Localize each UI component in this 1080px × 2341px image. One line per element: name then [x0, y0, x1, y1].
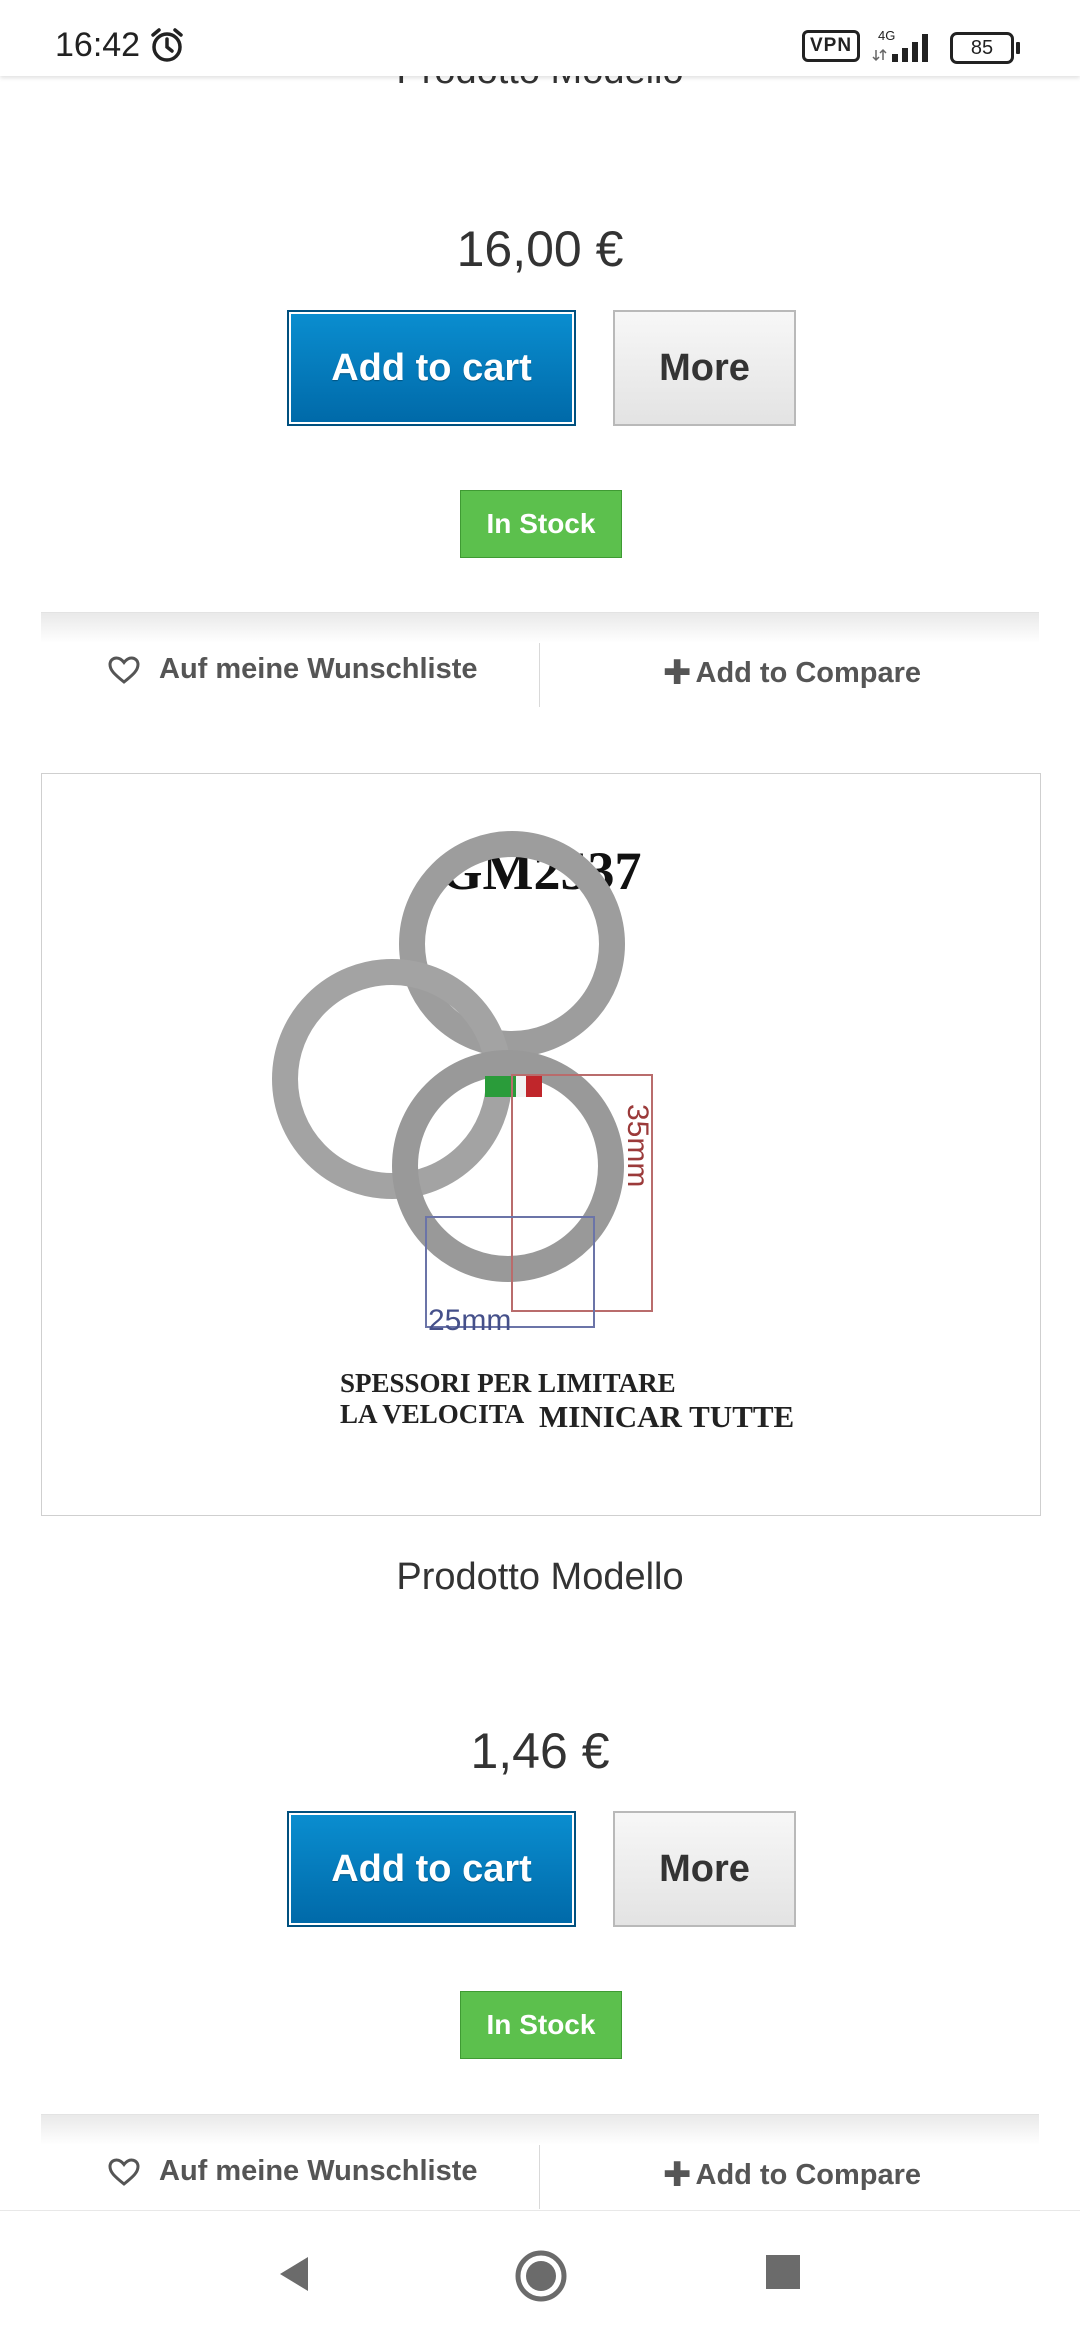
compare-label: Add to Compare	[695, 656, 922, 689]
divider	[539, 643, 540, 707]
image-caption-line2: LA VELOCITA	[340, 1399, 525, 1429]
more-button[interactable]: More	[613, 1811, 796, 1927]
plus-icon: ✚	[663, 654, 692, 692]
product-actions: Auf meine Wunschliste ✚ Add to Compare	[41, 612, 1039, 723]
wishlist-label: Auf meine Wunschliste	[159, 2155, 478, 2187]
stock-badge: In Stock	[460, 490, 622, 558]
status-time: 16:42	[55, 26, 141, 64]
alarm-icon	[148, 26, 186, 69]
add-to-compare-link[interactable]: ✚ Add to Compare	[663, 2155, 921, 2195]
system-navigation-bar	[0, 2210, 1080, 2341]
recents-icon[interactable]	[762, 2249, 806, 2298]
more-button[interactable]: More	[613, 310, 796, 426]
heart-icon	[108, 2157, 140, 2186]
plus-icon: ✚	[663, 2156, 692, 2194]
image-caption-line2b: MINICAR TUTTE	[539, 1399, 795, 1434]
product-price: 1,46 €	[470, 1723, 610, 1779]
stock-badge: In Stock	[460, 1991, 622, 2059]
image-caption-line1: SPESSORI PER LIMITARE	[340, 1368, 676, 1398]
status-bar: 16:42 VPN 4G 85	[0, 0, 1080, 76]
heart-icon	[108, 655, 140, 684]
product-title[interactable]: Prodotto Modello	[0, 1556, 1080, 1599]
add-to-compare-link[interactable]: ✚ Add to Compare	[663, 653, 921, 693]
add-to-cart-button[interactable]: Add to cart	[287, 1811, 576, 1927]
add-to-cart-button[interactable]: Add to cart	[287, 310, 576, 426]
vpn-badge: VPN	[802, 30, 861, 62]
wishlist-link[interactable]: Auf meine Wunschliste	[107, 653, 478, 686]
battery-icon: 85	[950, 32, 1020, 64]
signal-icon: 4G	[872, 28, 942, 69]
product-actions: Auf meine Wunschliste ✚ Add to Compare	[41, 2114, 1039, 2225]
home-icon[interactable]	[514, 2249, 568, 2308]
network-type: 4G	[878, 28, 895, 43]
product-image[interactable]: GM2537 25mm 35mm SPESSORI PER LIMITARE L…	[41, 773, 1041, 1516]
wishlist-label: Auf meine Wunschliste	[159, 653, 478, 685]
divider	[539, 2145, 540, 2209]
dimension-label-height: 35mm	[621, 1104, 654, 1188]
wishlist-link[interactable]: Auf meine Wunschliste	[107, 2155, 478, 2188]
compare-label: Add to Compare	[695, 2158, 922, 2191]
back-icon[interactable]	[270, 2249, 320, 2304]
product-price: 16,00 €	[456, 221, 624, 277]
dimension-label-width: 25mm	[428, 1304, 512, 1337]
